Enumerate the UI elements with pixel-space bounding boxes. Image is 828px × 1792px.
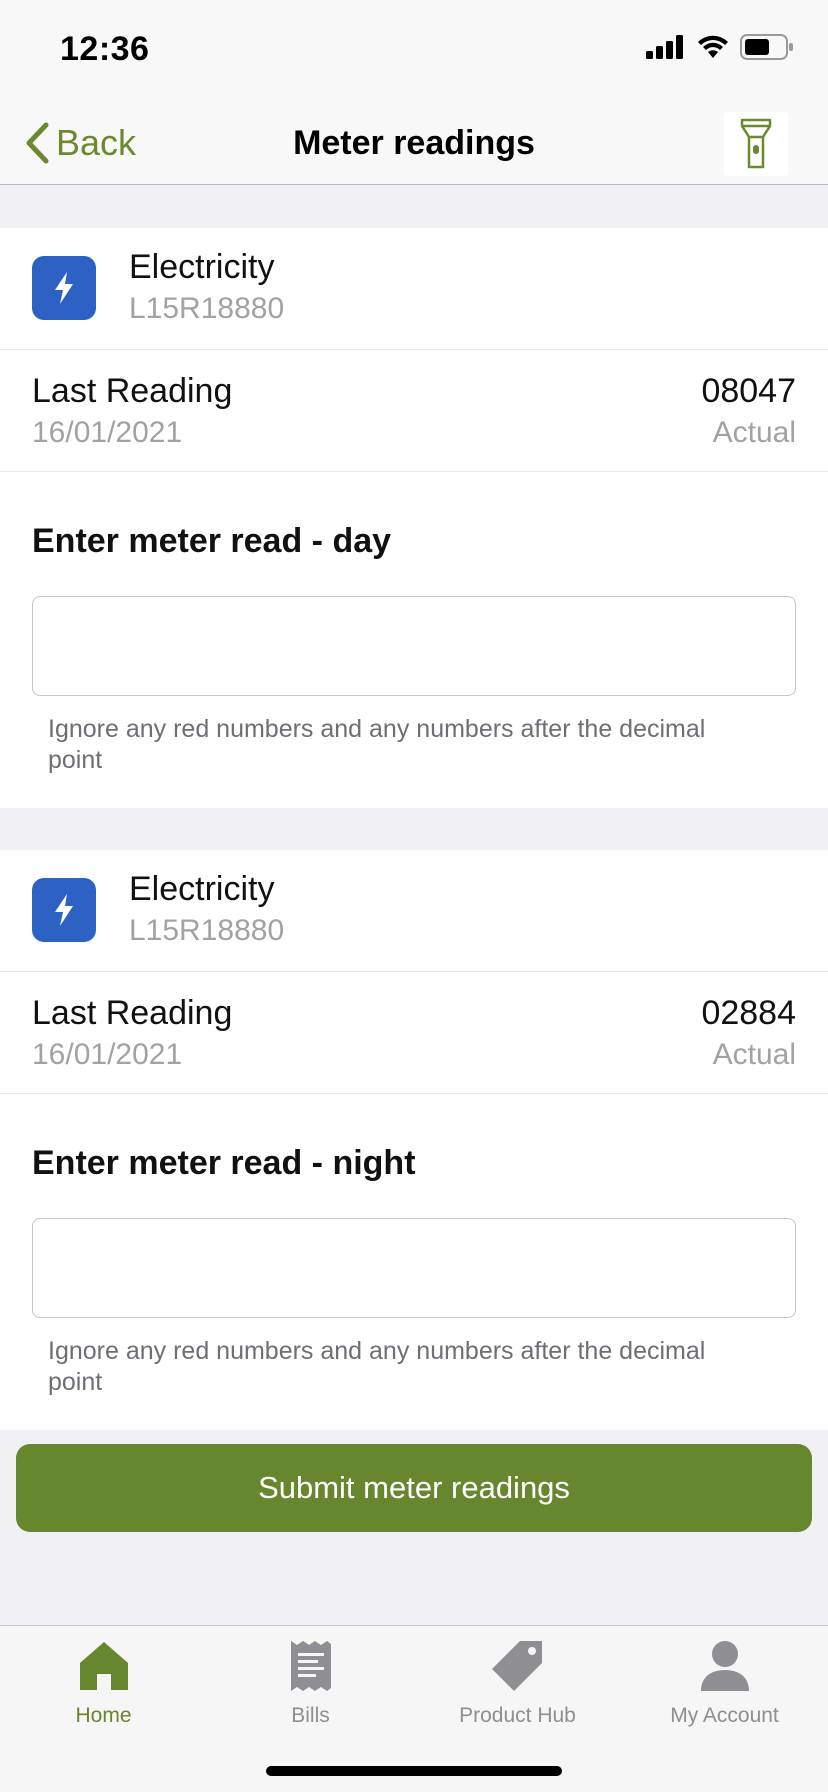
- enter-read-heading: Enter meter read - day: [32, 522, 392, 560]
- submit-meter-readings-button[interactable]: Submit meter readings: [16, 1444, 812, 1532]
- last-reading-type: Actual: [712, 416, 796, 449]
- meter-header: Electricity L15R18880: [0, 228, 828, 350]
- page-title: Meter readings: [293, 124, 535, 162]
- meter-type: Electricity: [129, 870, 275, 908]
- meter-read-day-input[interactable]: [32, 596, 796, 696]
- last-reading-date: 16/01/2021: [32, 1038, 183, 1071]
- tab-label: Product Hub: [459, 1704, 576, 1727]
- tab-my-account[interactable]: My Account: [621, 1636, 828, 1736]
- electricity-icon: [32, 256, 96, 320]
- input-hint: Ignore any red numbers and any numbers a…: [48, 1337, 706, 1396]
- input-hint: Ignore any red numbers and any numbers a…: [48, 715, 706, 774]
- last-reading-label: Last Reading: [32, 994, 233, 1032]
- battery-icon: [740, 34, 793, 60]
- last-reading-row: Last Reading 16/01/2021 08047 Actual: [0, 350, 828, 472]
- tab-product-hub[interactable]: Product Hub: [414, 1636, 621, 1736]
- meter-serial: L15R18880: [129, 292, 285, 325]
- meter-type: Electricity: [129, 248, 275, 286]
- person-icon: [695, 1636, 755, 1696]
- status-bar: 12:36: [0, 0, 828, 100]
- tag-icon: [488, 1636, 548, 1696]
- signal-icon: [646, 35, 683, 59]
- tab-label: Bills: [291, 1704, 330, 1727]
- enter-read-block: Enter meter read - night Ignore any red …: [0, 1094, 828, 1430]
- electricity-icon: [32, 878, 96, 942]
- last-reading-row: Last Reading 16/01/2021 02884 Actual: [0, 972, 828, 1094]
- home-indicator: [266, 1766, 562, 1776]
- meter-serial: L15R18880: [129, 914, 285, 947]
- last-reading-date: 16/01/2021: [32, 416, 183, 449]
- tab-home[interactable]: Home: [0, 1636, 207, 1736]
- meter-read-night-input[interactable]: [32, 1218, 796, 1318]
- tab-label: My Account: [670, 1704, 779, 1727]
- meter-header: Electricity L15R18880: [0, 850, 828, 972]
- last-reading-value: 02884: [701, 994, 796, 1032]
- meter-section-night: Electricity L15R18880 Last Reading 16/01…: [0, 850, 828, 1430]
- nav-bar: Back Meter readings: [0, 100, 828, 185]
- tab-bills[interactable]: Bills: [207, 1636, 414, 1736]
- flashlight-icon: [740, 118, 772, 169]
- last-reading-value: 08047: [701, 372, 796, 410]
- receipt-icon: [281, 1636, 341, 1696]
- torch-button[interactable]: [724, 112, 788, 176]
- wifi-icon: [698, 35, 728, 58]
- status-time: 12:36: [60, 30, 150, 68]
- status-icons: [646, 34, 794, 60]
- last-reading-type: Actual: [712, 1038, 796, 1071]
- last-reading-label: Last Reading: [32, 372, 233, 410]
- tab-label: Home: [75, 1704, 132, 1727]
- enter-read-block: Enter meter read - day Ignore any red nu…: [0, 472, 828, 808]
- home-icon: [74, 1636, 134, 1696]
- meter-section-day: Electricity L15R18880 Last Reading 16/01…: [0, 228, 828, 808]
- enter-read-heading: Enter meter read - night: [32, 1144, 416, 1182]
